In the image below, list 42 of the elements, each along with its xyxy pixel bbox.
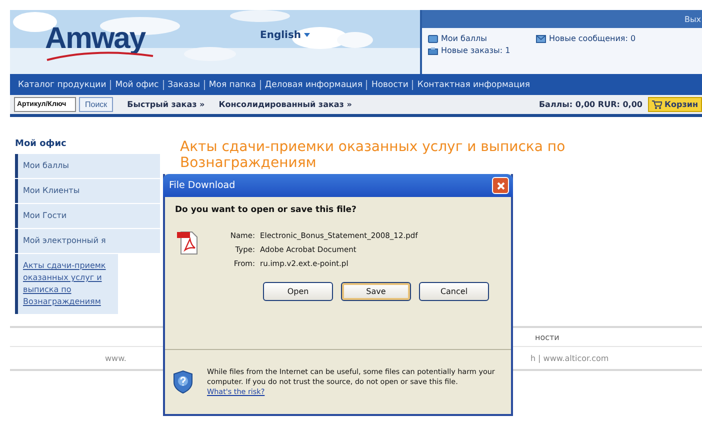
dialog-button[interactable]: Save <box>341 282 411 301</box>
header-link[interactable]: Мои баллы <box>428 34 514 43</box>
nav-link[interactable]: Каталог продукции <box>14 80 110 90</box>
logo[interactable]: Amway <box>45 22 155 56</box>
close-icon <box>496 180 506 190</box>
envelope-icon <box>536 34 546 42</box>
close-button[interactable] <box>492 177 509 194</box>
sidebar-item[interactable]: Мои баллы <box>15 154 160 178</box>
page-title: Акты сдачи-приемки оказанных услуг и выписка по Вознаграждениям <box>180 139 566 171</box>
sidebar-item[interactable]: Акты сдачи-приемк оказанных услуг и выписка по Вознаграждениям <box>15 254 118 314</box>
nav-link[interactable]: Новости <box>366 80 412 90</box>
sidebar-title: Мой офис <box>15 139 68 149</box>
box-icon <box>428 46 438 54</box>
cart-button[interactable]: Корзин <box>648 97 702 112</box>
language-selector[interactable]: English <box>260 30 310 40</box>
dialog-title: File Download <box>169 180 236 191</box>
header-link[interactable]: Новые заказы: 1 <box>428 46 510 55</box>
sidebar-item[interactable]: Мои Клиенты <box>15 179 160 203</box>
footer-text: ности <box>535 332 560 342</box>
dialog-button[interactable]: Cancel <box>419 282 489 301</box>
header-link[interactable]: Новые сообщения: 0 <box>536 34 636 43</box>
footer-text: h | www.alticor.com <box>530 354 609 362</box>
pdf-file-icon <box>177 229 199 255</box>
cart-icon <box>652 100 662 109</box>
dialog-question: Do you want to open or save this file? <box>175 205 358 215</box>
nav-link[interactable]: Деловая информация <box>260 80 366 90</box>
logout-link[interactable]: Вых <box>684 14 702 24</box>
shield-icon <box>173 370 193 394</box>
sidebar-item[interactable]: Мои Гости <box>15 204 160 228</box>
sidebar-item[interactable]: Мой электронный я <box>15 229 160 253</box>
card-icon <box>428 34 438 42</box>
nav-link[interactable]: Моя папка <box>204 80 260 90</box>
order-link[interactable]: Быстрый заказ » <box>127 100 205 109</box>
nav-link[interactable]: Мой офис <box>110 80 163 90</box>
footer-text: www. <box>105 354 126 362</box>
nav-link[interactable]: Заказы <box>162 80 204 90</box>
search-button[interactable]: Поиск <box>79 97 114 112</box>
nav-link[interactable]: Контактная информация <box>412 80 534 90</box>
dialog-button[interactable]: Open <box>263 282 333 301</box>
caret-icon <box>304 33 310 37</box>
balance-text: Баллы: 0,00 RUR: 0,00 <box>538 100 642 109</box>
order-link[interactable]: Консолидированный заказ » <box>218 100 352 109</box>
